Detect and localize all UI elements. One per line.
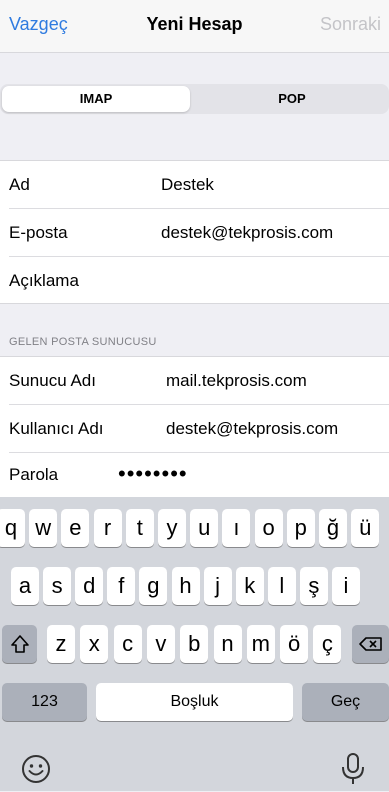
key-o[interactable]: o bbox=[254, 509, 283, 547]
key-x[interactable]: x bbox=[80, 625, 109, 663]
key-w[interactable]: w bbox=[29, 509, 58, 547]
delete-icon bbox=[352, 625, 389, 663]
key-s[interactable]: s bbox=[43, 567, 72, 605]
dictation-button[interactable] bbox=[339, 751, 367, 787]
password-field[interactable]: •••••••• bbox=[118, 461, 188, 487]
email-row[interactable]: E-posta destek@tekprosis.com bbox=[0, 209, 389, 256]
key-l[interactable]: l bbox=[267, 567, 296, 605]
key-ğ[interactable]: ğ bbox=[319, 509, 347, 547]
microphone-icon bbox=[339, 753, 367, 791]
description-row[interactable]: Açıklama bbox=[0, 257, 389, 304]
delete-key[interactable] bbox=[352, 625, 389, 663]
key-h[interactable]: h bbox=[171, 567, 200, 605]
account-info-group: Ad Destek E-posta destek@tekprosis.com A… bbox=[0, 160, 389, 304]
key-u[interactable]: u bbox=[190, 509, 219, 547]
key-r[interactable]: r bbox=[93, 509, 122, 547]
protocol-segmented-control: IMAP POP bbox=[0, 84, 389, 114]
key-ü[interactable]: ü bbox=[351, 509, 380, 547]
host-field[interactable]: mail.tekprosis.com bbox=[166, 371, 307, 391]
name-row[interactable]: Ad Destek bbox=[0, 161, 389, 208]
key-j[interactable]: j bbox=[203, 567, 232, 605]
numbers-key[interactable]: 123 bbox=[2, 683, 87, 721]
key-a[interactable]: a bbox=[11, 567, 39, 605]
space-key[interactable]: Boşluk bbox=[96, 683, 293, 721]
key-ı[interactable]: ı bbox=[222, 509, 251, 547]
key-t[interactable]: t bbox=[125, 509, 154, 547]
name-label: Ad bbox=[9, 175, 30, 194]
host-label: Sunucu Adı bbox=[9, 371, 96, 390]
section-header-incoming: GELEN POSTA SUNUCUSU bbox=[9, 336, 157, 348]
key-f[interactable]: f bbox=[107, 567, 136, 605]
segment-imap[interactable]: IMAP bbox=[2, 86, 190, 112]
cancel-button[interactable]: Vazgeç bbox=[9, 14, 68, 35]
key-e[interactable]: e bbox=[61, 509, 90, 547]
key-n[interactable]: n bbox=[213, 625, 242, 663]
key-ş[interactable]: ş bbox=[299, 567, 328, 605]
username-label: Kullanıcı Adı bbox=[9, 419, 104, 438]
key-z[interactable]: z bbox=[47, 625, 75, 663]
keyboard: qwertyuıopğü asdfghjklşi zxcvbnmöç 123 B… bbox=[0, 497, 389, 791]
key-c[interactable]: c bbox=[113, 625, 142, 663]
key-y[interactable]: y bbox=[158, 509, 186, 547]
email-field[interactable]: destek@tekprosis.com bbox=[161, 223, 333, 243]
incoming-server-group: Sunucu Adı mail.tekprosis.com Kullanıcı … bbox=[0, 356, 389, 503]
key-d[interactable]: d bbox=[75, 567, 104, 605]
key-ç[interactable]: ç bbox=[313, 625, 342, 663]
shift-icon bbox=[2, 625, 37, 663]
key-k[interactable]: k bbox=[235, 567, 264, 605]
emoji-button[interactable] bbox=[20, 753, 52, 785]
next-button[interactable]: Sonraki bbox=[320, 14, 381, 35]
key-i[interactable]: i bbox=[332, 567, 360, 605]
host-row[interactable]: Sunucu Adı mail.tekprosis.com bbox=[0, 357, 389, 404]
description-label: Açıklama bbox=[9, 271, 79, 290]
segment-pop[interactable]: POP bbox=[196, 86, 388, 112]
username-row[interactable]: Kullanıcı Adı destek@tekprosis.com bbox=[0, 405, 389, 452]
email-label: E-posta bbox=[9, 223, 68, 242]
emoji-icon bbox=[20, 755, 52, 789]
key-p[interactable]: p bbox=[286, 509, 315, 547]
shift-key[interactable] bbox=[2, 625, 37, 663]
key-b[interactable]: b bbox=[180, 625, 209, 663]
key-m[interactable]: m bbox=[246, 625, 275, 663]
key-ö[interactable]: ö bbox=[280, 625, 309, 663]
name-field[interactable]: Destek bbox=[161, 175, 214, 195]
username-field[interactable]: destek@tekprosis.com bbox=[166, 419, 338, 439]
key-v[interactable]: v bbox=[146, 625, 175, 663]
key-q[interactable]: q bbox=[0, 509, 25, 547]
return-key[interactable]: Geç bbox=[302, 683, 389, 721]
password-row[interactable]: Parola •••••••• bbox=[0, 453, 389, 500]
key-g[interactable]: g bbox=[139, 567, 168, 605]
password-label: Parola bbox=[9, 465, 59, 484]
